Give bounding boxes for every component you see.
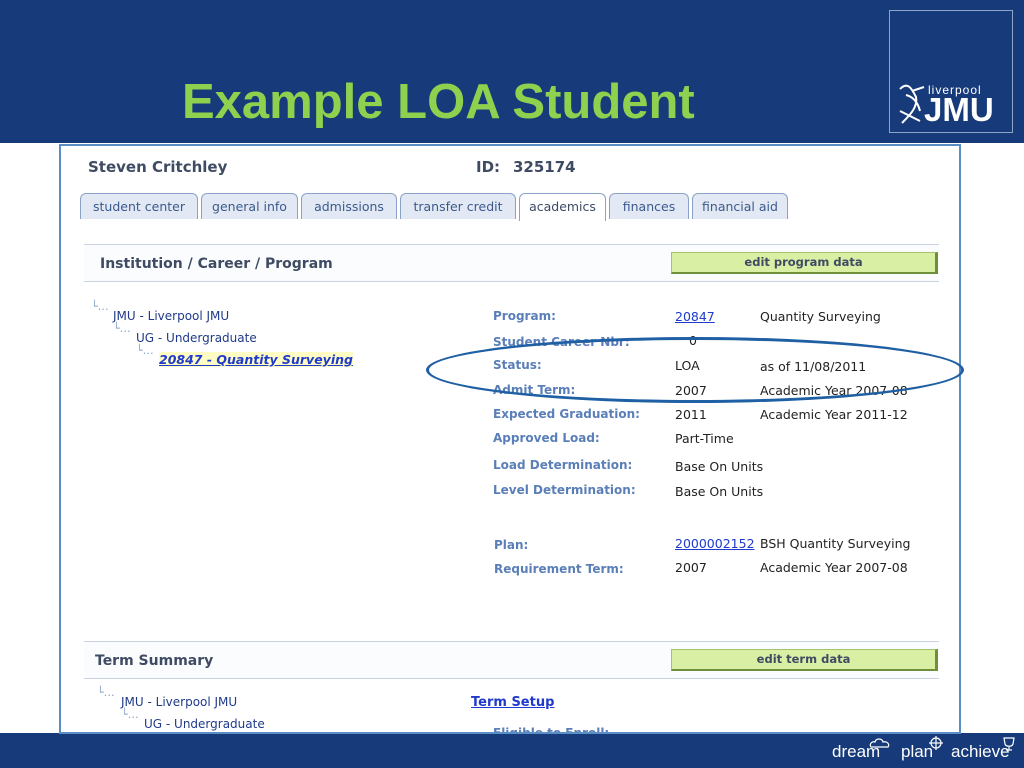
term-summary-title: Term Summary	[95, 653, 214, 669]
program-label: Program:	[493, 309, 556, 323]
tree-connector-icon: └…	[97, 686, 115, 699]
edit-term-data-button[interactable]: edit term data	[671, 649, 938, 671]
cloud-icon	[869, 738, 890, 748]
level-determination-label: Level Determination:	[493, 483, 636, 497]
university-logo: liverpool JMU	[889, 10, 1013, 133]
program-link[interactable]: 20847	[675, 309, 715, 324]
expected-graduation-value: 2011	[675, 407, 707, 422]
load-determination-label: Load Determination:	[493, 458, 633, 472]
tree-connector-icon: └…	[91, 300, 109, 313]
tree-item-institution[interactable]: JMU - Liverpool JMU	[113, 309, 229, 323]
tab-transfer-credit[interactable]: transfer credit	[400, 193, 516, 219]
id-value: 325174	[513, 158, 576, 176]
tab-general-info[interactable]: general info	[201, 193, 298, 219]
tree-item-career[interactable]: UG - Undergraduate	[136, 331, 257, 345]
eligible-to-enroll-label: Eligible to Enroll:	[493, 726, 610, 734]
id-label: ID:	[476, 158, 501, 176]
trophy-icon	[1003, 737, 1015, 751]
tab-finances[interactable]: finances	[609, 193, 689, 219]
term-tree-item-institution[interactable]: JMU - Liverpool JMU	[121, 695, 237, 709]
requirement-term-label: Requirement Term:	[494, 562, 624, 576]
tree-connector-icon: └…	[121, 708, 139, 721]
plan-label: Plan:	[494, 538, 529, 552]
tree-connector-icon: └…	[113, 322, 131, 335]
expected-graduation-description: Academic Year 2011-12	[760, 407, 908, 422]
student-record-screenshot: Steven Critchley ID: 325174 student cent…	[59, 144, 961, 734]
plan-description: BSH Quantity Surveying	[760, 536, 911, 551]
institution-section-title: Institution / Career / Program	[100, 256, 333, 272]
term-tree-item-career[interactable]: UG - Undergraduate	[144, 717, 265, 731]
requirement-term-value: 2007	[675, 560, 707, 575]
level-determination-value: Base On Units	[675, 484, 764, 499]
edit-program-data-button[interactable]: edit program data	[671, 252, 938, 274]
term-setup-link[interactable]: Term Setup	[471, 695, 554, 710]
tab-admissions[interactable]: admissions	[301, 193, 397, 219]
tab-financial-aid[interactable]: financial aid	[692, 193, 788, 219]
tree-item-program-link[interactable]: 20847 - Quantity Surveying	[159, 352, 353, 367]
tab-academics[interactable]: academics	[519, 193, 606, 221]
expected-graduation-label: Expected Graduation:	[493, 407, 640, 421]
tab-student-center[interactable]: student center	[80, 193, 198, 219]
status-highlight-ellipse	[426, 337, 964, 403]
student-name: Steven Critchley	[88, 158, 228, 176]
requirement-term-description: Academic Year 2007-08	[760, 560, 908, 575]
load-determination-value: Base On Units	[675, 459, 764, 474]
approved-load-value: Part-Time	[675, 431, 734, 446]
logo-big-text: JMU	[924, 91, 994, 128]
plan-link[interactable]: 2000002152	[675, 536, 755, 551]
slide-title: Example LOA Student	[182, 75, 695, 129]
tree-connector-icon: └…	[136, 344, 154, 357]
crosshair-icon	[929, 736, 943, 750]
approved-load-label: Approved Load:	[493, 431, 600, 445]
program-description: Quantity Surveying	[760, 309, 881, 324]
